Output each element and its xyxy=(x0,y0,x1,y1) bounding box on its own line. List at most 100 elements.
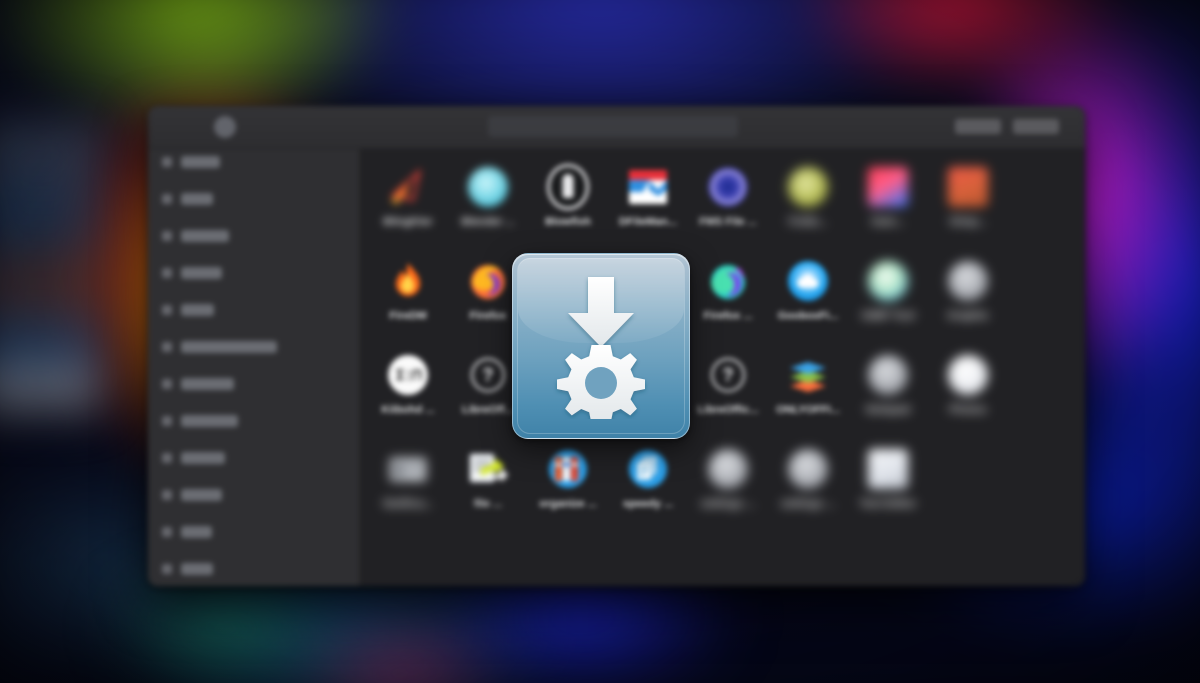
app-grid-item[interactable]: file ... xyxy=(448,436,528,530)
blank-icon xyxy=(1027,260,1069,302)
kiibohd-icon: I:⊓ xyxy=(387,354,429,396)
app-label: organize ... xyxy=(539,498,597,510)
app-label: Blender ... xyxy=(461,216,515,228)
card-icon xyxy=(387,448,429,490)
teal-disc-icon xyxy=(867,260,909,302)
sidebar-item-graphics[interactable]: Graphics xyxy=(148,223,359,249)
titlebar-button-one[interactable] xyxy=(955,119,1001,134)
sidebar-item-utility[interactable]: Utility xyxy=(148,519,359,545)
app-grid-item[interactable]: Firefox ... xyxy=(688,248,768,342)
app-grid-item[interactable]: GooboxFi... xyxy=(768,248,848,342)
sidebar-item-icon xyxy=(162,305,172,315)
firefox-nightly-icon xyxy=(707,260,749,302)
sidebar-item-office[interactable]: Office xyxy=(148,297,359,323)
pink-square-icon xyxy=(867,166,909,208)
fms-file-icon xyxy=(707,166,749,208)
app-grid-item[interactable]: Photos xyxy=(928,342,1008,436)
app-label: Notifica... xyxy=(383,498,433,510)
sidebar-item-multimedia[interactable]: Multimedia xyxy=(148,408,359,434)
sidebar-item-icon xyxy=(162,527,172,537)
app-label: Graphic xyxy=(947,310,989,322)
app-label: DFileMan... xyxy=(618,216,678,228)
app-grid-item[interactable] xyxy=(1008,248,1085,342)
flame-icon xyxy=(387,260,429,302)
sidebar-item-label: Education xyxy=(181,378,234,390)
sidebar-item-settings[interactable]: Settings xyxy=(148,445,359,471)
sidebar-item-education[interactable]: Education xyxy=(148,371,359,397)
app-grid-item[interactable]: settings ... xyxy=(768,436,848,530)
app-label: Text Editor xyxy=(859,498,917,510)
app-grid-item[interactable]: Text Editor xyxy=(848,436,928,530)
app-grid-item[interactable]: GIMP Tool xyxy=(848,248,928,342)
app-label: settings ... xyxy=(780,498,836,510)
sidebar-item-icon xyxy=(162,453,172,463)
sidebar-item-label: Utility xyxy=(181,526,212,538)
sidebar-item-audio[interactable]: Audio xyxy=(148,186,359,212)
app-label: settings ... xyxy=(700,498,756,510)
app-grid-item[interactable]: ? LibreOffic... xyxy=(688,342,768,436)
avatar[interactable] xyxy=(214,116,236,138)
red-arrow-icon xyxy=(387,166,429,208)
app-label: Notepad xyxy=(866,404,910,416)
sidebar-item-system[interactable]: System xyxy=(148,482,359,508)
app-grid-item[interactable]: speedy ... xyxy=(608,436,688,530)
sidebar-item-label: Multimedia xyxy=(181,415,239,427)
app-grid-item[interactable]: Graphic xyxy=(928,248,1008,342)
app-grid-item[interactable]: Notepad xyxy=(848,342,928,436)
sidebar-item-label: Other xyxy=(181,563,213,575)
blowfish-icon xyxy=(547,164,589,210)
app-grid-item[interactable]: Blowfish xyxy=(528,154,608,248)
application-grid: BlingKter Blender ... Blowfish DFileMan... F… xyxy=(368,154,1081,530)
sidebar-item-label: Recent xyxy=(181,156,220,168)
papers-square-icon xyxy=(867,448,909,490)
sidebar-item-icon xyxy=(162,157,172,167)
blender-icon xyxy=(467,166,509,208)
app-grid-item[interactable]: I:⊓ Kiibohd ... xyxy=(368,342,448,436)
app-grid-item[interactable]: Gam... xyxy=(848,154,928,248)
app-grid-item[interactable]: Blender ... xyxy=(448,154,528,248)
sidebar-item-recent[interactable]: Recent xyxy=(148,149,359,175)
app-grid-item[interactable]: FireDM xyxy=(368,248,448,342)
app-label: LibreOffic... xyxy=(697,404,759,416)
app-grid-item[interactable] xyxy=(928,436,1008,530)
installer-setup-icon[interactable] xyxy=(512,253,690,439)
app-label: GIMP Tool xyxy=(861,310,915,322)
app-grid-item[interactable]: DFileMan... xyxy=(608,154,688,248)
app-grid-item[interactable]: BlingKter xyxy=(368,154,448,248)
app-grid-item[interactable]: settings ... xyxy=(688,436,768,530)
app-label: ONLYOFFI... xyxy=(776,404,840,416)
launcher-titlebar xyxy=(148,106,1085,149)
app-grid-item[interactable]: Folde... xyxy=(768,154,848,248)
gray-disc-icon xyxy=(867,354,909,396)
app-grid-item[interactable]: Notifica... xyxy=(368,436,448,530)
speedy-docs-icon xyxy=(627,448,669,490)
app-label: Gimp... xyxy=(949,216,987,228)
app-label: Firefox xyxy=(469,310,507,322)
titlebar-button-two[interactable] xyxy=(1013,119,1059,134)
sidebar-item-label: System xyxy=(181,489,222,501)
sidebar-item-development[interactable]: Development xyxy=(148,334,359,360)
blank-icon xyxy=(1027,448,1069,490)
sidebar-item-internet[interactable]: Internet xyxy=(148,260,359,286)
white-disc-icon xyxy=(947,354,989,396)
app-label: Kiibohd ... xyxy=(381,404,435,416)
download-gear-glyph xyxy=(557,277,645,419)
app-grid-item[interactable] xyxy=(1008,342,1085,436)
launcher-content-area: BlingKter Blender ... Blowfish DFileMan... F… xyxy=(360,148,1085,586)
sidebar-item-icon xyxy=(162,416,172,426)
sidebar-item-other[interactable]: Other xyxy=(148,556,359,582)
search-input[interactable] xyxy=(488,116,738,137)
sidebar-item-icon xyxy=(162,379,172,389)
app-grid-item[interactable]: FMS File ... xyxy=(688,154,768,248)
app-grid-item[interactable] xyxy=(1008,436,1085,530)
app-grid-item[interactable]: organize ... xyxy=(528,436,608,530)
sidebar-item-label: Audio xyxy=(181,193,214,205)
app-grid-item[interactable] xyxy=(1008,154,1085,248)
app-grid-item[interactable]: Gimp... xyxy=(928,154,1008,248)
app-grid-item[interactable]: ONLYOFFI... xyxy=(768,342,848,436)
question-icon: ? xyxy=(467,354,509,396)
file-convert-icon xyxy=(467,448,509,490)
launcher-sidebar[interactable]: AllRecentAudioGraphicsInternetOfficeDeve… xyxy=(148,106,360,586)
app-label: FMS File ... xyxy=(699,216,757,228)
sidebar-item-icon xyxy=(162,194,172,204)
